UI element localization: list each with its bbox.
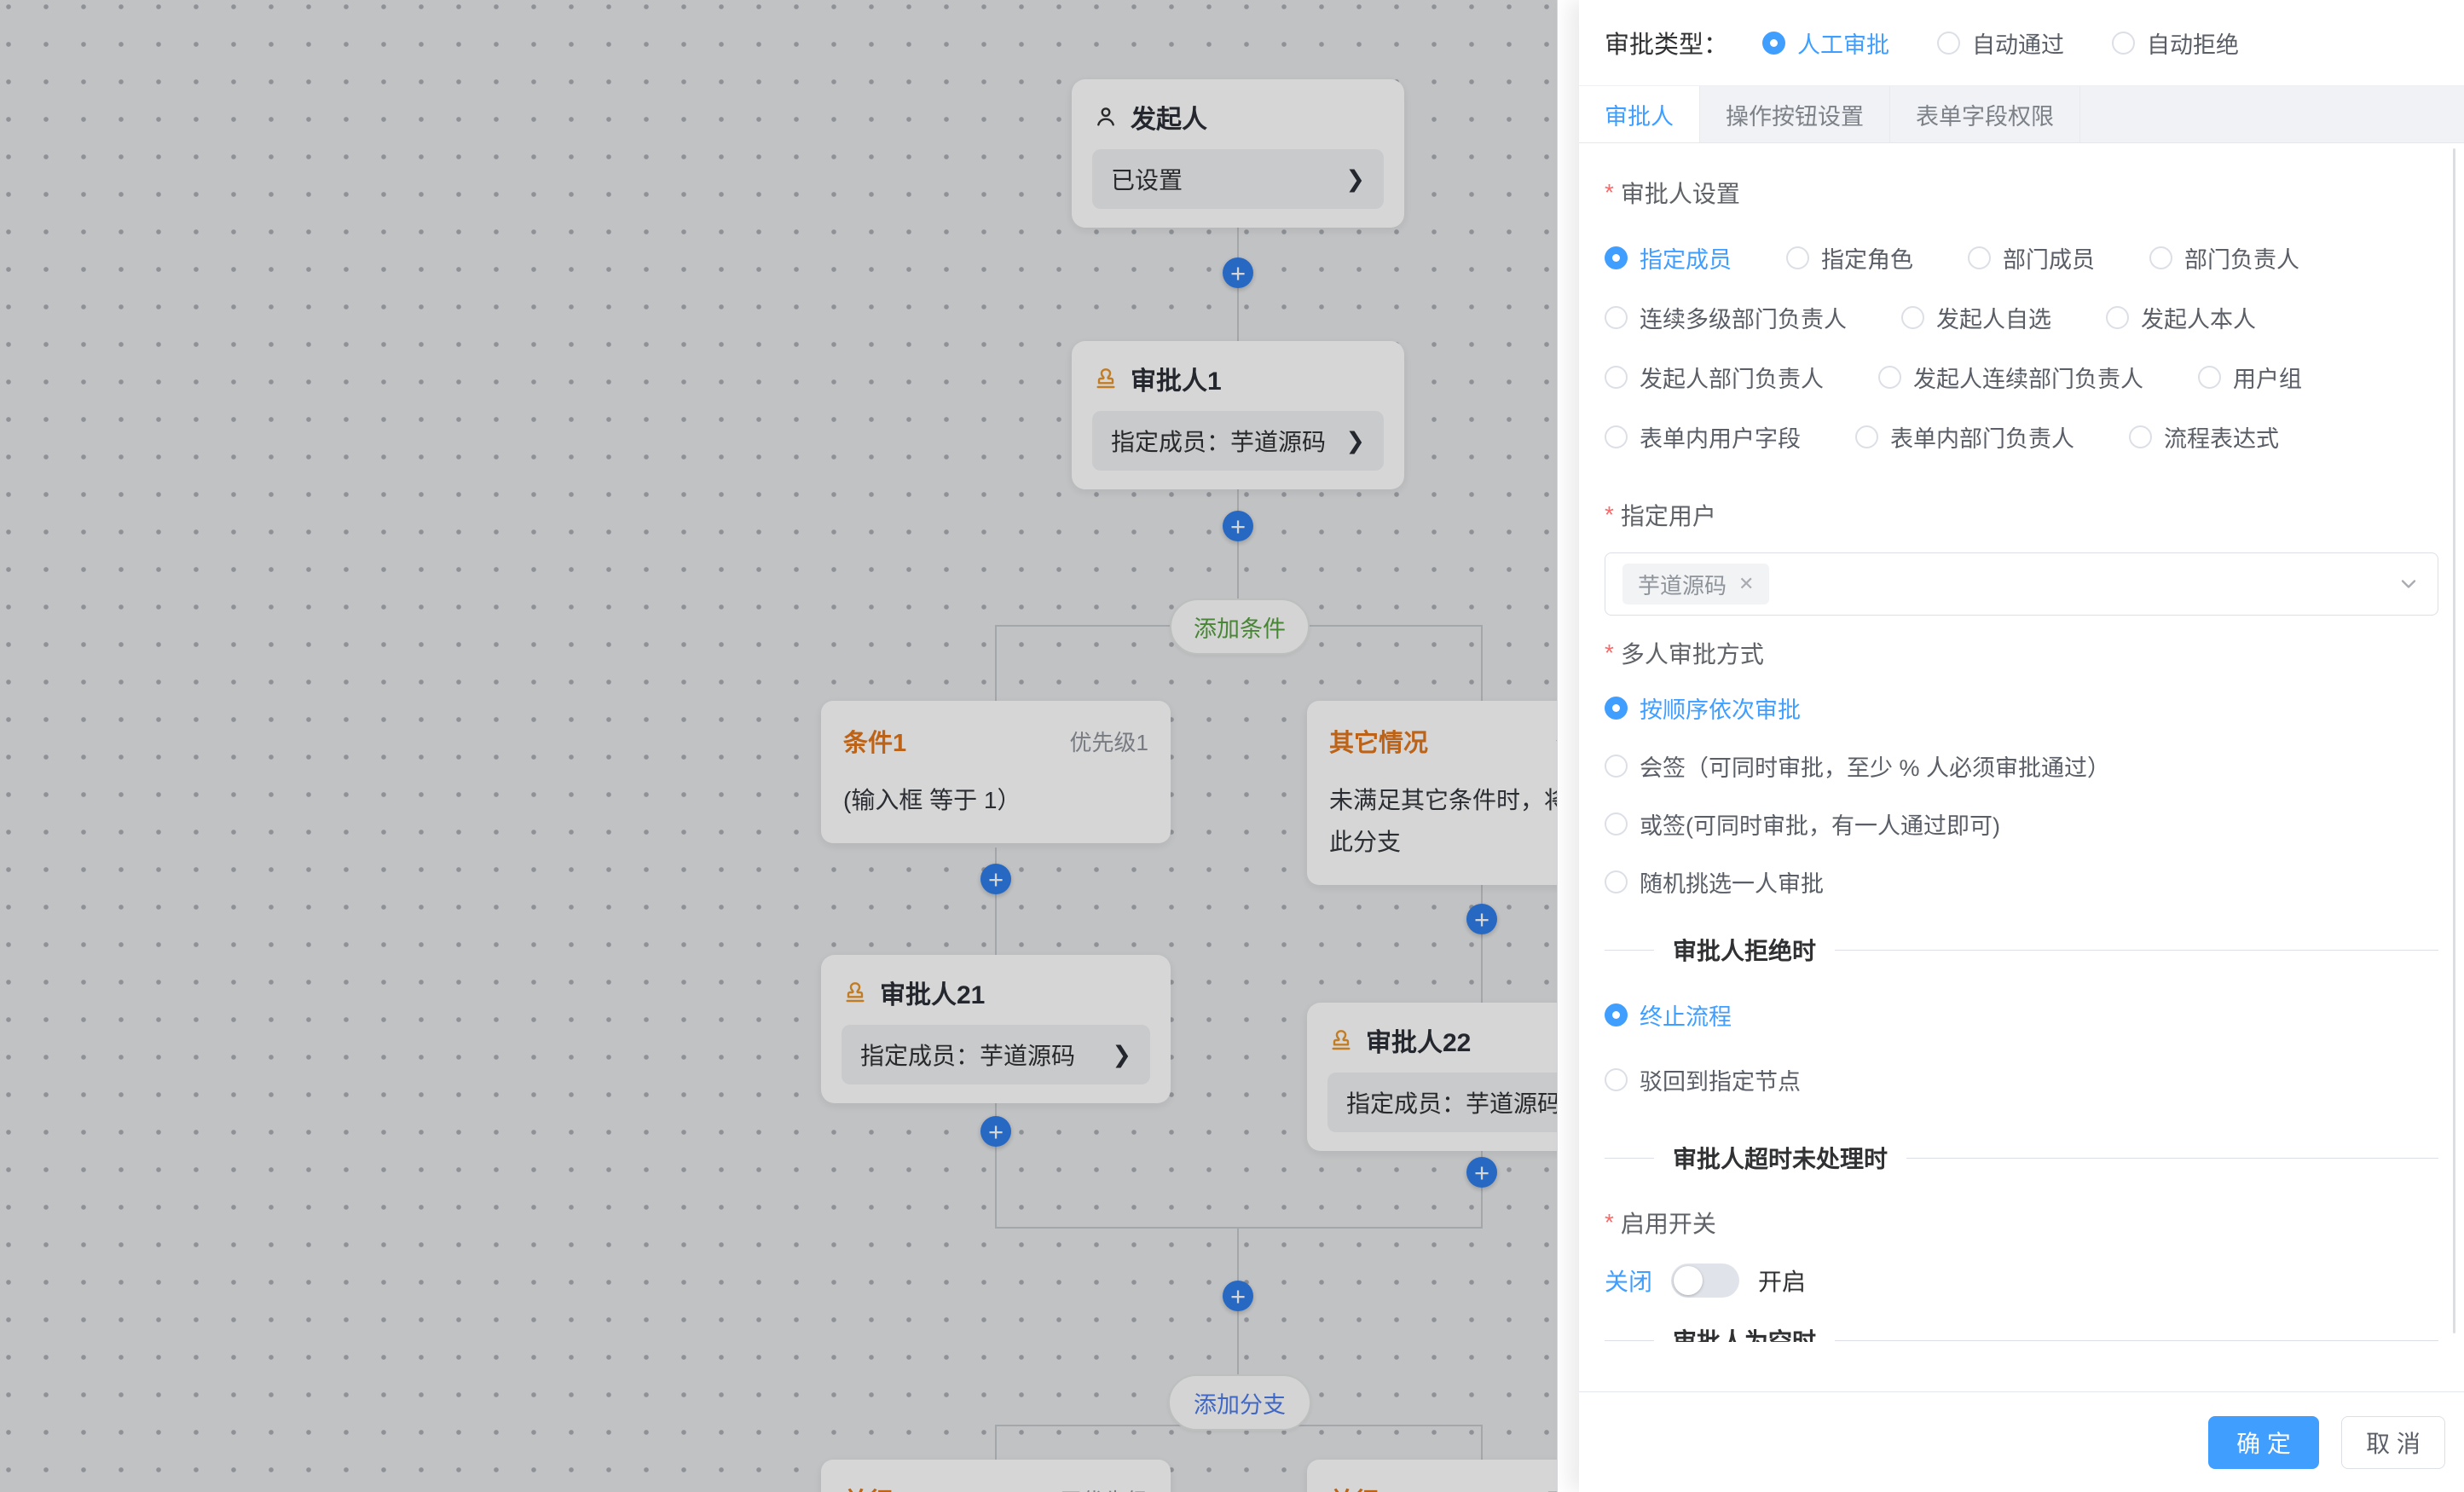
- radio-initiator-choose[interactable]: 发起人自选: [1901, 301, 2051, 334]
- approval-settings-drawer: 审批类型： 人工审批 自动通过 自动拒绝 审批人 操作按钮设置 表单字段权限 *…: [1579, 0, 2464, 1492]
- radio-form-user-field[interactable]: 表单内用户字段: [1605, 420, 1801, 454]
- radio-icon: [1762, 32, 1785, 55]
- drawer-scrollbar[interactable]: [2453, 148, 2455, 1333]
- approval-type-header: 审批类型： 人工审批 自动通过 自动拒绝: [1579, 0, 2464, 85]
- radio-dept-leader[interactable]: 部门负责人: [2149, 241, 2299, 275]
- drawer-body[interactable]: * 审批人设置 指定成员 指定角色 部门成员 部门负责人: [1579, 143, 2464, 1342]
- radio-sequential-approve[interactable]: 按顺序依次审批: [1605, 691, 2438, 725]
- assign-user-select[interactable]: 芋道源码 ✕: [1605, 552, 2438, 616]
- radio-assigned-role[interactable]: 指定角色: [1786, 241, 1913, 275]
- radio-icon: [1968, 246, 1991, 269]
- timeout-section-divider: 审批人超时未处理时: [1605, 1141, 2438, 1175]
- clipped-section-divider: 审批人为空时: [1605, 1323, 2438, 1342]
- chevron-down-icon: [2397, 572, 2421, 596]
- radio-user-group[interactable]: 用户组: [2198, 361, 2302, 394]
- approver-setting-label: * 审批人设置: [1605, 176, 2438, 210]
- approval-type-label: 审批类型：: [1605, 25, 1728, 61]
- radio-icon: [1605, 1068, 1628, 1091]
- radio-icon: [1786, 246, 1809, 269]
- toggle-knob: [1674, 1266, 1703, 1295]
- radio-icon: [1605, 1003, 1628, 1026]
- radio-multi-level-dept-leader[interactable]: 连续多级部门负责人: [1605, 301, 1847, 334]
- radio-icon: [1605, 306, 1628, 329]
- radio-icon: [1605, 813, 1628, 836]
- radio-process-expression[interactable]: 流程表达式: [2129, 420, 2279, 454]
- radio-countersign[interactable]: 会签（可同时审批，至少 % 人必须审批通过）: [1605, 749, 2438, 783]
- canvas-scrollbar[interactable]: [1557, 0, 1581, 1492]
- approver-setting-row: 发起人部门负责人 发起人连续部门负责人 用户组: [1605, 360, 2438, 394]
- radio-initiator-self[interactable]: 发起人本人: [2106, 301, 2256, 334]
- radio-form-dept-leader[interactable]: 表单内部门负责人: [1855, 420, 2074, 454]
- switch-off-label: 关闭: [1605, 1264, 1652, 1298]
- timeout-toggle[interactable]: [1671, 1264, 1739, 1298]
- radio-or-sign[interactable]: 或签(可同时审批，有一人通过即可): [1605, 807, 2438, 841]
- required-asterisk: *: [1605, 639, 1614, 667]
- reject-section-divider: 审批人拒绝时: [1605, 933, 2438, 967]
- radio-icon: [1605, 425, 1628, 448]
- radio-icon: [1605, 366, 1628, 389]
- radio-icon: [2198, 366, 2221, 389]
- radio-icon: [1605, 755, 1628, 778]
- radio-icon: [1901, 306, 1924, 329]
- workflow-canvas[interactable]: 发起人 已设置 ❯ + 审批人1 指定成员：芋道源码 ❯ + 添加条件: [0, 0, 1579, 1492]
- radio-manual-approval[interactable]: 人工审批: [1762, 26, 1889, 60]
- tab-approver[interactable]: 审批人: [1579, 86, 1700, 142]
- tab-form-field-permission[interactable]: 表单字段权限: [1890, 86, 2080, 142]
- settings-tabs: 审批人 操作按钮设置 表单字段权限: [1579, 85, 2464, 143]
- assign-user-label: * 指定用户: [1605, 498, 2438, 532]
- radio-icon: [1855, 425, 1878, 448]
- radio-terminate-process[interactable]: 终止流程: [1605, 998, 2438, 1032]
- radio-auto-reject[interactable]: 自动拒绝: [2112, 26, 2239, 60]
- radio-assigned-member[interactable]: 指定成员: [1605, 241, 1732, 275]
- radio-icon: [2106, 306, 2129, 329]
- cancel-button[interactable]: 取 消: [2341, 1416, 2445, 1469]
- radio-initiator-dept-leader[interactable]: 发起人部门负责人: [1605, 361, 1824, 394]
- modal-overlay: [0, 0, 1579, 1492]
- switch-on-label: 开启: [1758, 1264, 1806, 1298]
- radio-icon: [1605, 870, 1628, 893]
- approver-setting-row: 连续多级部门负责人 发起人自选 发起人本人: [1605, 300, 2438, 334]
- radio-icon: [1605, 246, 1628, 269]
- radio-icon: [1937, 32, 1960, 55]
- radio-icon: [2129, 425, 2152, 448]
- tab-button-settings[interactable]: 操作按钮设置: [1700, 86, 1890, 142]
- radio-icon: [2149, 246, 2172, 269]
- radio-icon: [2112, 32, 2135, 55]
- confirm-button[interactable]: 确 定: [2208, 1416, 2319, 1469]
- radio-return-to-node[interactable]: 驳回到指定节点: [1605, 1062, 2438, 1096]
- approver-setting-row: 指定成员 指定角色 部门成员 部门负责人: [1605, 240, 2438, 275]
- drawer-footer: 确 定 取 消: [1579, 1391, 2464, 1492]
- radio-initiator-multi-dept-leader[interactable]: 发起人连续部门负责人: [1878, 361, 2143, 394]
- radio-auto-approve[interactable]: 自动通过: [1937, 26, 2064, 60]
- timeout-switch-row: 关闭 开启: [1605, 1260, 2438, 1301]
- radio-dept-member[interactable]: 部门成员: [1968, 241, 2095, 275]
- multi-approve-label: * 多人审批方式: [1605, 636, 2438, 670]
- close-icon[interactable]: ✕: [1738, 573, 1754, 595]
- required-asterisk: *: [1605, 501, 1614, 529]
- radio-icon: [1878, 366, 1901, 389]
- enable-switch-label: * 启用开关: [1605, 1206, 2438, 1240]
- radio-random-one[interactable]: 随机挑选一人审批: [1605, 865, 2438, 899]
- required-asterisk: *: [1605, 1209, 1614, 1236]
- user-tag: 芋道源码 ✕: [1622, 564, 1769, 604]
- required-asterisk: *: [1605, 179, 1614, 206]
- approver-setting-row: 表单内用户字段 表单内部门负责人 流程表达式: [1605, 419, 2438, 454]
- radio-icon: [1605, 697, 1628, 720]
